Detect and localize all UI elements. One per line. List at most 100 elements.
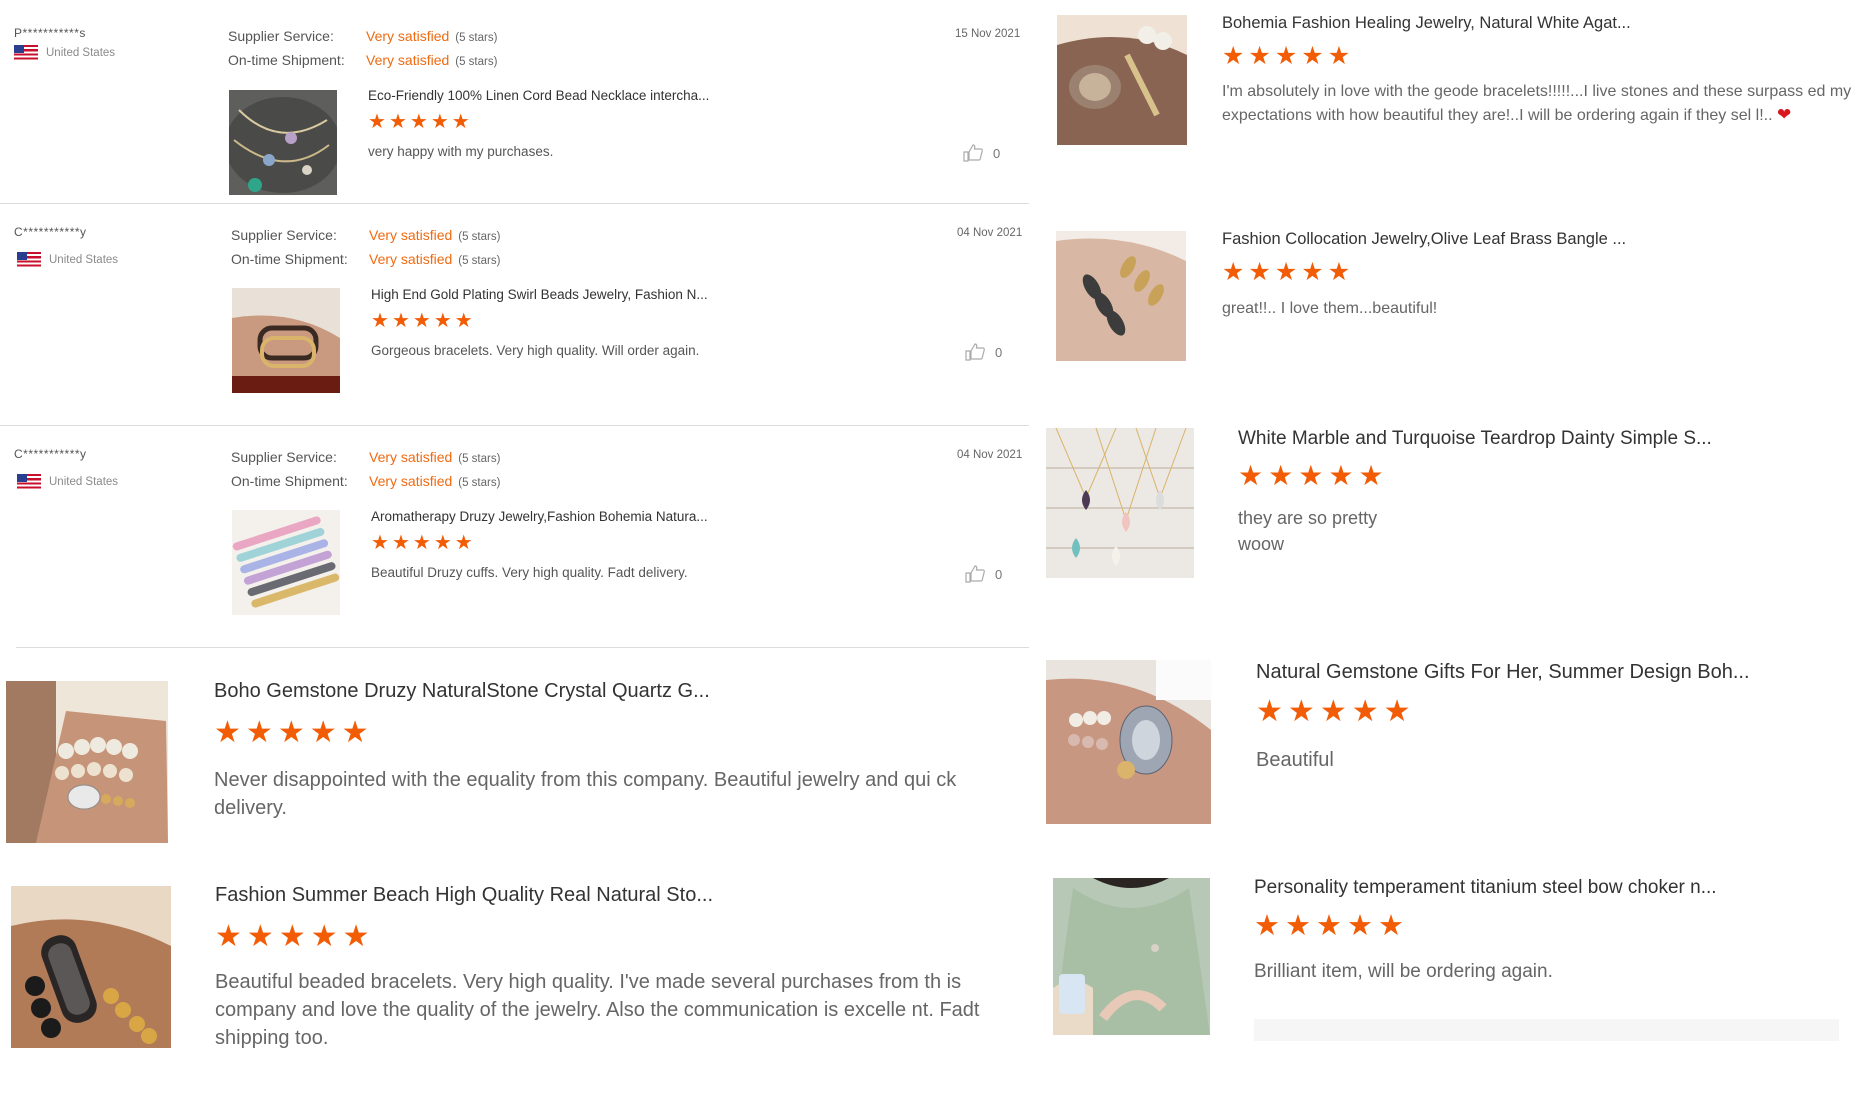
star-icon: ★ <box>412 310 431 332</box>
star-icon: ★ <box>1347 910 1373 942</box>
star-rating: ★ ★ ★ ★ ★ <box>368 112 470 132</box>
product-thumbnail[interactable] <box>1053 878 1210 1035</box>
star-rating: ★ ★ ★ ★ ★ <box>215 922 370 952</box>
review-text: Beautiful <box>1256 749 1334 771</box>
product-title[interactable]: White Marble and Turquoise Teardrop Dain… <box>1238 428 1712 450</box>
star-icon: ★ <box>310 920 338 953</box>
star-icon: ★ <box>1316 910 1342 942</box>
product-title[interactable]: Boho Gemstone Druzy NaturalStone Crystal… <box>214 680 710 703</box>
star-icon: ★ <box>309 716 337 749</box>
thumbs-up-icon <box>965 343 985 361</box>
star-icon: ★ <box>368 111 386 133</box>
shipment-label: On-time Shipment: <box>228 52 345 68</box>
product-title[interactable]: Natural Gemstone Gifts For Her, Summer D… <box>1256 661 1750 684</box>
product-thumbnail[interactable] <box>232 510 340 615</box>
star-icon: ★ <box>1222 258 1245 286</box>
product-thumbnail[interactable] <box>1056 231 1186 361</box>
star-rating: ★ ★ ★ ★ ★ <box>371 311 473 331</box>
divider <box>16 647 1029 648</box>
star-icon: ★ <box>1248 258 1271 286</box>
review-text: very happy with my purchases. <box>368 144 554 159</box>
product-title[interactable]: Bohemia Fashion Healing Jewelry, Natural… <box>1222 14 1631 33</box>
star-icon: ★ <box>1222 42 1245 70</box>
like-button[interactable]: 0 <box>965 343 1002 361</box>
divider <box>0 203 1029 204</box>
star-icon: ★ <box>1383 695 1411 728</box>
buyer-name: C***********y <box>14 225 87 239</box>
star-icon: ★ <box>1327 42 1351 70</box>
thumbs-up-icon <box>963 144 983 162</box>
star-icon: ★ <box>342 920 370 953</box>
like-button[interactable]: 0 <box>963 144 1000 162</box>
review-text: Brilliant item, will be ordering again. <box>1254 961 1553 982</box>
product-title[interactable]: Eco-Friendly 100% Linen Cord Bead Neckla… <box>368 88 709 103</box>
buyer-country: United States <box>17 474 118 489</box>
product-thumbnail[interactable] <box>1046 428 1194 578</box>
star-icon: ★ <box>246 920 274 953</box>
heart-icon: ❤ <box>1776 105 1792 125</box>
star-rating: ★ ★ ★ ★ ★ <box>1222 44 1350 69</box>
review-text: I'm absolutely in love with the geode br… <box>1222 83 1852 125</box>
star-icon: ★ <box>1287 695 1315 728</box>
like-count: 0 <box>995 566 1003 582</box>
product-title[interactable]: Fashion Summer Beach High Quality Real N… <box>215 884 713 907</box>
star-icon: ★ <box>341 716 369 749</box>
review-text: they are so pretty <box>1238 508 1378 528</box>
star-icon: ★ <box>245 716 273 749</box>
review-text: great!!.. I love them...beautiful! <box>1222 300 1438 317</box>
supplier-service-value: Very satisfied (5 stars) <box>369 449 501 465</box>
supplier-service-value: Very satisfied (5 stars) <box>369 227 501 243</box>
star-icon: ★ <box>1248 42 1271 70</box>
supplier-service-value: Very satisfied (5 stars) <box>366 28 498 44</box>
star-icon: ★ <box>371 310 389 332</box>
product-title[interactable]: Personality temperament titanium steel b… <box>1254 877 1717 899</box>
buyer-country: United States <box>14 45 115 60</box>
star-icon: ★ <box>1351 695 1379 728</box>
star-rating: ★ ★ ★ ★ ★ <box>1254 912 1404 941</box>
star-icon: ★ <box>412 532 431 554</box>
star-icon: ★ <box>371 532 389 554</box>
shipment-value: Very satisfied (5 stars) <box>369 473 501 489</box>
star-icon: ★ <box>1268 460 1294 491</box>
faded-panel <box>1254 1019 1839 1041</box>
product-thumbnail[interactable] <box>229 90 337 195</box>
us-flag-icon <box>17 474 41 489</box>
product-thumbnail[interactable] <box>232 288 340 393</box>
star-icon: ★ <box>1285 910 1311 942</box>
shipment-label: On-time Shipment: <box>231 251 348 267</box>
product-title[interactable]: Fashion Collocation Jewelry,Olive Leaf B… <box>1222 230 1626 249</box>
star-rating: ★ ★ ★ ★ ★ <box>1256 697 1411 727</box>
product-title[interactable]: High End Gold Plating Swirl Beads Jewelr… <box>371 287 708 302</box>
star-icon: ★ <box>388 111 407 133</box>
star-rating: ★ ★ ★ ★ ★ <box>214 718 369 748</box>
star-icon: ★ <box>1238 460 1264 491</box>
divider <box>0 425 1029 426</box>
product-thumbnail[interactable] <box>1046 660 1211 824</box>
buyer-name: C***********y <box>14 447 87 461</box>
star-icon: ★ <box>215 920 242 953</box>
star-icon: ★ <box>1358 460 1384 491</box>
review-text: Beautiful Druzy cuffs. Very high quality… <box>371 565 688 580</box>
star-icon: ★ <box>1378 910 1404 942</box>
star-icon: ★ <box>277 716 305 749</box>
shipment-value: Very satisfied (5 stars) <box>366 52 498 68</box>
product-thumbnail[interactable] <box>6 681 168 843</box>
star-icon: ★ <box>1328 460 1354 491</box>
review-text-line-2: woow <box>1238 534 1285 554</box>
supplier-service-label: Supplier Service: <box>231 449 337 465</box>
star-icon: ★ <box>430 111 449 133</box>
shipment-value: Very satisfied (5 stars) <box>369 251 501 267</box>
product-title[interactable]: Aromatherapy Druzy Jewelry,Fashion Bohem… <box>371 509 708 524</box>
product-thumbnail[interactable] <box>11 886 171 1048</box>
buyer-name: P***********s <box>14 26 86 40</box>
product-thumbnail[interactable] <box>1057 15 1187 145</box>
like-button[interactable]: 0 <box>965 565 1002 583</box>
star-icon: ★ <box>409 111 428 133</box>
star-icon: ★ <box>1301 258 1324 286</box>
review-date: 04 Nov 2021 <box>957 449 1023 461</box>
star-icon: ★ <box>451 111 470 133</box>
star-rating: ★ ★ ★ ★ ★ <box>371 533 473 553</box>
star-icon: ★ <box>433 310 452 332</box>
star-icon: ★ <box>1298 460 1324 491</box>
us-flag-icon <box>17 252 41 267</box>
